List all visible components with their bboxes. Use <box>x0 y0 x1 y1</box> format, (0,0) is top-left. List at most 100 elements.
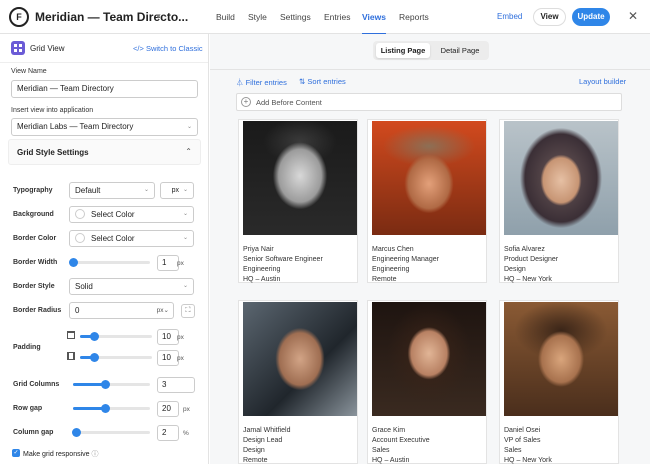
profile-title: Design Lead <box>243 437 283 444</box>
slider-handle[interactable] <box>72 428 82 437</box>
grid-columns-input[interactable]: 3 <box>157 377 195 393</box>
page-tabs: Listing Page Detail Page <box>373 41 489 60</box>
profile-department: Engineering <box>243 266 281 273</box>
app-select-value: Meridian Labs — Team Directory <box>17 122 134 131</box>
row-gap-slider[interactable] <box>73 404 150 413</box>
profile-card[interactable]: Daniel Osei VP of Sales Sales HQ – New York <box>499 300 619 464</box>
padding-vertical-icon <box>67 331 75 339</box>
grid-columns-slider[interactable] <box>73 380 150 389</box>
sort-icon: ⇅ <box>299 77 306 86</box>
profile-info: Sofia Alvarez Product Designer Design HQ – … <box>504 245 558 285</box>
app-select[interactable]: Meridian Labs — Team Directory ⌄ <box>11 118 198 136</box>
view-name-input[interactable]: Meridian — Team Directory <box>11 80 198 98</box>
profile-location: Remote <box>243 457 268 464</box>
nav-entries[interactable]: Entries <box>324 12 350 22</box>
tab-detail-page[interactable]: Detail Page <box>433 43 487 58</box>
slider-handle[interactable] <box>90 353 100 362</box>
row-gap-input[interactable]: 20 <box>157 401 179 417</box>
profile-department: Engineering <box>372 266 410 273</box>
border-width-label: Border Width <box>13 259 58 266</box>
chevron-down-icon: ⌄ <box>182 211 188 217</box>
typography-select[interactable]: Default ⌄ <box>69 182 155 199</box>
nav-build[interactable]: Build <box>216 12 235 22</box>
nav-reports[interactable]: Reports <box>399 12 429 22</box>
profile-photo <box>504 121 618 235</box>
sort-entries-link[interactable]: ⇅ Sort entries <box>299 77 346 86</box>
padding-top-input[interactable]: 10 <box>157 329 179 345</box>
chevron-down-icon: ⌄ <box>182 283 188 289</box>
padding-label: Padding <box>13 344 41 351</box>
column-gap-label: Column gap <box>13 429 54 436</box>
view-canvas: Listing Page Detail Page ⏃ Filter entrie… <box>210 34 650 464</box>
responsive-checkbox[interactable]: ✓ <box>12 449 20 457</box>
chevron-down-icon[interactable]: ▾ <box>156 11 161 22</box>
app-title[interactable]: Meridian — Team Directo... <box>35 10 188 24</box>
slider-handle[interactable] <box>90 332 100 341</box>
profile-photo <box>504 302 618 416</box>
padding-side-input[interactable]: 10 <box>157 350 179 366</box>
profile-name: Daniel Osei <box>504 427 541 434</box>
padding-side-slider[interactable] <box>80 353 152 362</box>
border-radius-input[interactable]: 0 px⌄ <box>69 302 174 319</box>
typography-label: Typography <box>13 187 53 194</box>
nav-style[interactable]: Style <box>248 12 267 22</box>
tab-listing-page[interactable]: Listing Page <box>376 43 430 58</box>
sidebar-header: Grid View </> Switch to Classic <box>0 34 208 63</box>
add-before-content-button[interactable]: + Add Before Content <box>236 93 622 111</box>
profile-name: Priya Nair <box>243 246 274 253</box>
code-icon: </> <box>133 44 144 53</box>
nav-settings[interactable]: Settings <box>280 12 311 22</box>
profile-department: Design <box>243 447 265 454</box>
border-radius-unit: px⌄ <box>156 307 169 314</box>
slider-handle[interactable] <box>69 258 78 267</box>
grid-view-label: Grid View <box>30 44 65 53</box>
expand-icon[interactable]: ⛶ <box>181 304 195 318</box>
profile-photo <box>243 121 357 235</box>
typography-unit-select[interactable]: px ⌄ <box>160 182 194 199</box>
color-swatch-icon <box>75 208 85 219</box>
chevron-down-icon: ⌄ <box>186 124 192 130</box>
border-color-value: Select Color <box>91 234 135 243</box>
profile-title: Product Designer <box>504 256 559 263</box>
profile-location: HQ – Austin <box>372 457 410 464</box>
plus-icon: + <box>241 97 251 107</box>
border-width-input[interactable]: 1 <box>157 255 179 271</box>
update-button[interactable]: Update <box>572 8 610 26</box>
row-gap-unit: px <box>183 406 190 413</box>
profile-card[interactable]: Grace Kim Account Executive Sales HQ – Aust… <box>367 300 487 464</box>
embed-link[interactable]: Embed <box>497 12 522 21</box>
profile-card[interactable]: Sofia Alvarez Product Designer Design HQ – … <box>499 119 619 283</box>
slider-handle[interactable] <box>101 404 111 413</box>
border-color-picker[interactable]: Select Color ⌄ <box>69 230 194 247</box>
layout-builder-link[interactable]: Layout builder <box>579 77 626 86</box>
grid-style-section-header[interactable]: Grid Style Settings ⌃ <box>8 139 201 165</box>
chevron-down-icon: ⌄ <box>182 235 188 241</box>
grid-columns-label: Grid Columns <box>13 381 60 388</box>
profile-department: Sales <box>372 447 390 454</box>
column-gap-slider[interactable] <box>72 428 150 437</box>
profile-location: HQ – Austin <box>243 276 281 283</box>
border-width-slider[interactable] <box>69 258 150 267</box>
switch-to-classic-link[interactable]: </> Switch to Classic <box>133 44 203 53</box>
profile-department: Design <box>504 266 526 273</box>
border-style-select[interactable]: Solid ⌄ <box>69 278 194 295</box>
filter-entries-link[interactable]: ⏃ Filter entries <box>236 77 287 88</box>
background-color-picker[interactable]: Select Color ⌄ <box>69 206 194 223</box>
profile-photo <box>372 302 486 416</box>
info-icon: ⓘ <box>91 451 99 458</box>
profile-title: Engineering Manager <box>372 256 439 263</box>
profile-card[interactable]: Jamal Whitfield Design Lead Design Remote <box>238 300 358 464</box>
padding-top-slider[interactable] <box>80 332 152 341</box>
column-gap-input[interactable]: 2 <box>157 425 179 441</box>
slider-handle[interactable] <box>101 380 111 389</box>
profile-info: Daniel Osei VP of Sales Sales HQ – New York <box>504 426 552 464</box>
switch-classic-label: Switch to Classic <box>145 44 203 53</box>
filter-icon: ⏃ <box>236 78 244 87</box>
view-button[interactable]: View <box>533 8 566 26</box>
profile-card[interactable]: Marcus Chen Engineering Manager Engineerin… <box>367 119 487 283</box>
app-logo-icon[interactable]: F <box>9 7 29 27</box>
close-icon[interactable]: ✕ <box>628 9 638 23</box>
profile-card[interactable]: Priya Nair Senior Software Engineer Engine… <box>238 119 358 283</box>
nav-views[interactable]: Views <box>362 12 386 35</box>
row-gap-label: Row gap <box>13 405 43 412</box>
